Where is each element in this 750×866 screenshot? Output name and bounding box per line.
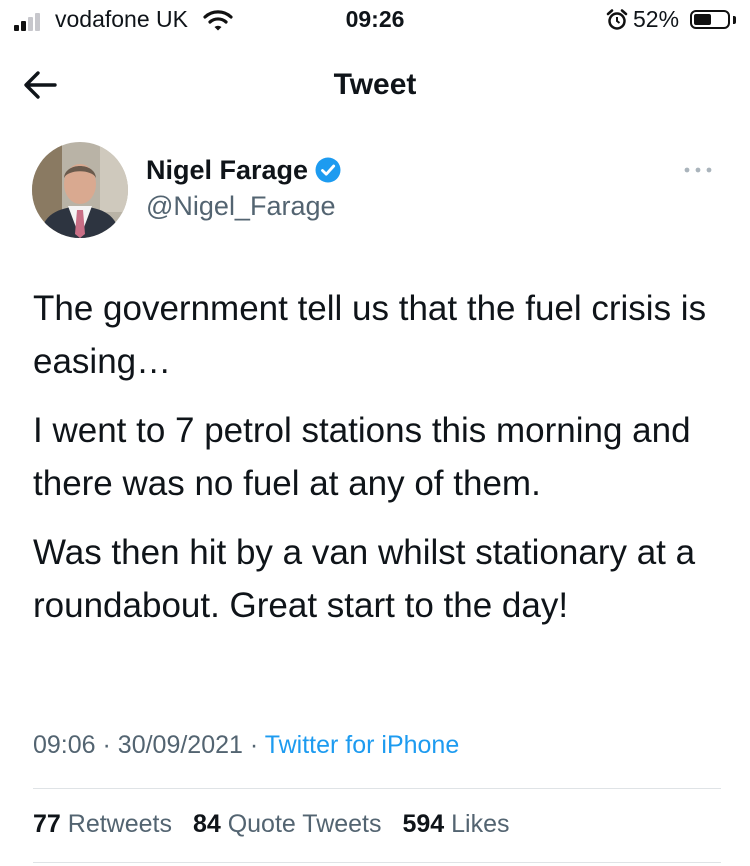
avatar[interactable]: [32, 142, 128, 238]
tweet-paragraph: I went to 7 petrol stations this morning…: [33, 411, 691, 503]
battery-level-fill: [694, 14, 711, 25]
likes-count: 594: [402, 810, 445, 838]
likes-label: Likes: [451, 810, 510, 838]
battery-icon: [690, 10, 730, 29]
navigation-bar: Tweet: [0, 54, 750, 116]
status-bar: vodafone UK 09:26 52%: [0, 0, 750, 44]
tweet-time[interactable]: 09:06: [33, 731, 96, 759]
divider: [33, 788, 721, 789]
meta-separator: ·: [249, 731, 259, 759]
retweets-stat[interactable]: 77 Retweets: [33, 810, 172, 838]
tweet-source-link[interactable]: Twitter for iPhone: [265, 731, 460, 759]
tweet-paragraph: The government tell us that the fuel cri…: [33, 289, 707, 381]
quote-tweets-stat[interactable]: 84 Quote Tweets: [193, 810, 382, 838]
tweet-date[interactable]: 30/09/2021: [118, 731, 243, 759]
tweet-meta: 09:06 · 30/09/2021 · Twitter for iPhone: [33, 731, 459, 760]
tweet-paragraph: Was then hit by a van whilst stationary …: [33, 533, 696, 625]
page-title: Tweet: [333, 68, 417, 101]
battery-percentage: 52%: [633, 6, 680, 32]
more-horizontal-icon: [684, 167, 712, 173]
tweet-stats: 77 Retweets 84 Quote Tweets 594 Likes: [33, 810, 524, 839]
battery-nub: [733, 16, 736, 24]
author-handle[interactable]: @Nigel_Farage: [146, 191, 336, 222]
verified-badge-icon: [315, 157, 341, 188]
retweets-count: 77: [33, 810, 61, 838]
author-name[interactable]: Nigel Farage: [146, 155, 308, 186]
meta-separator: ·: [102, 731, 111, 759]
divider: [33, 862, 721, 863]
quote-tweets-label: Quote Tweets: [227, 810, 382, 838]
more-options-button[interactable]: [682, 163, 714, 181]
retweets-label: Retweets: [67, 810, 172, 838]
alarm-icon: [606, 9, 628, 36]
likes-stat[interactable]: 594 Likes: [402, 810, 509, 838]
tweet-text: The government tell us that the fuel cri…: [33, 282, 733, 648]
quote-tweets-count: 84: [192, 810, 221, 838]
